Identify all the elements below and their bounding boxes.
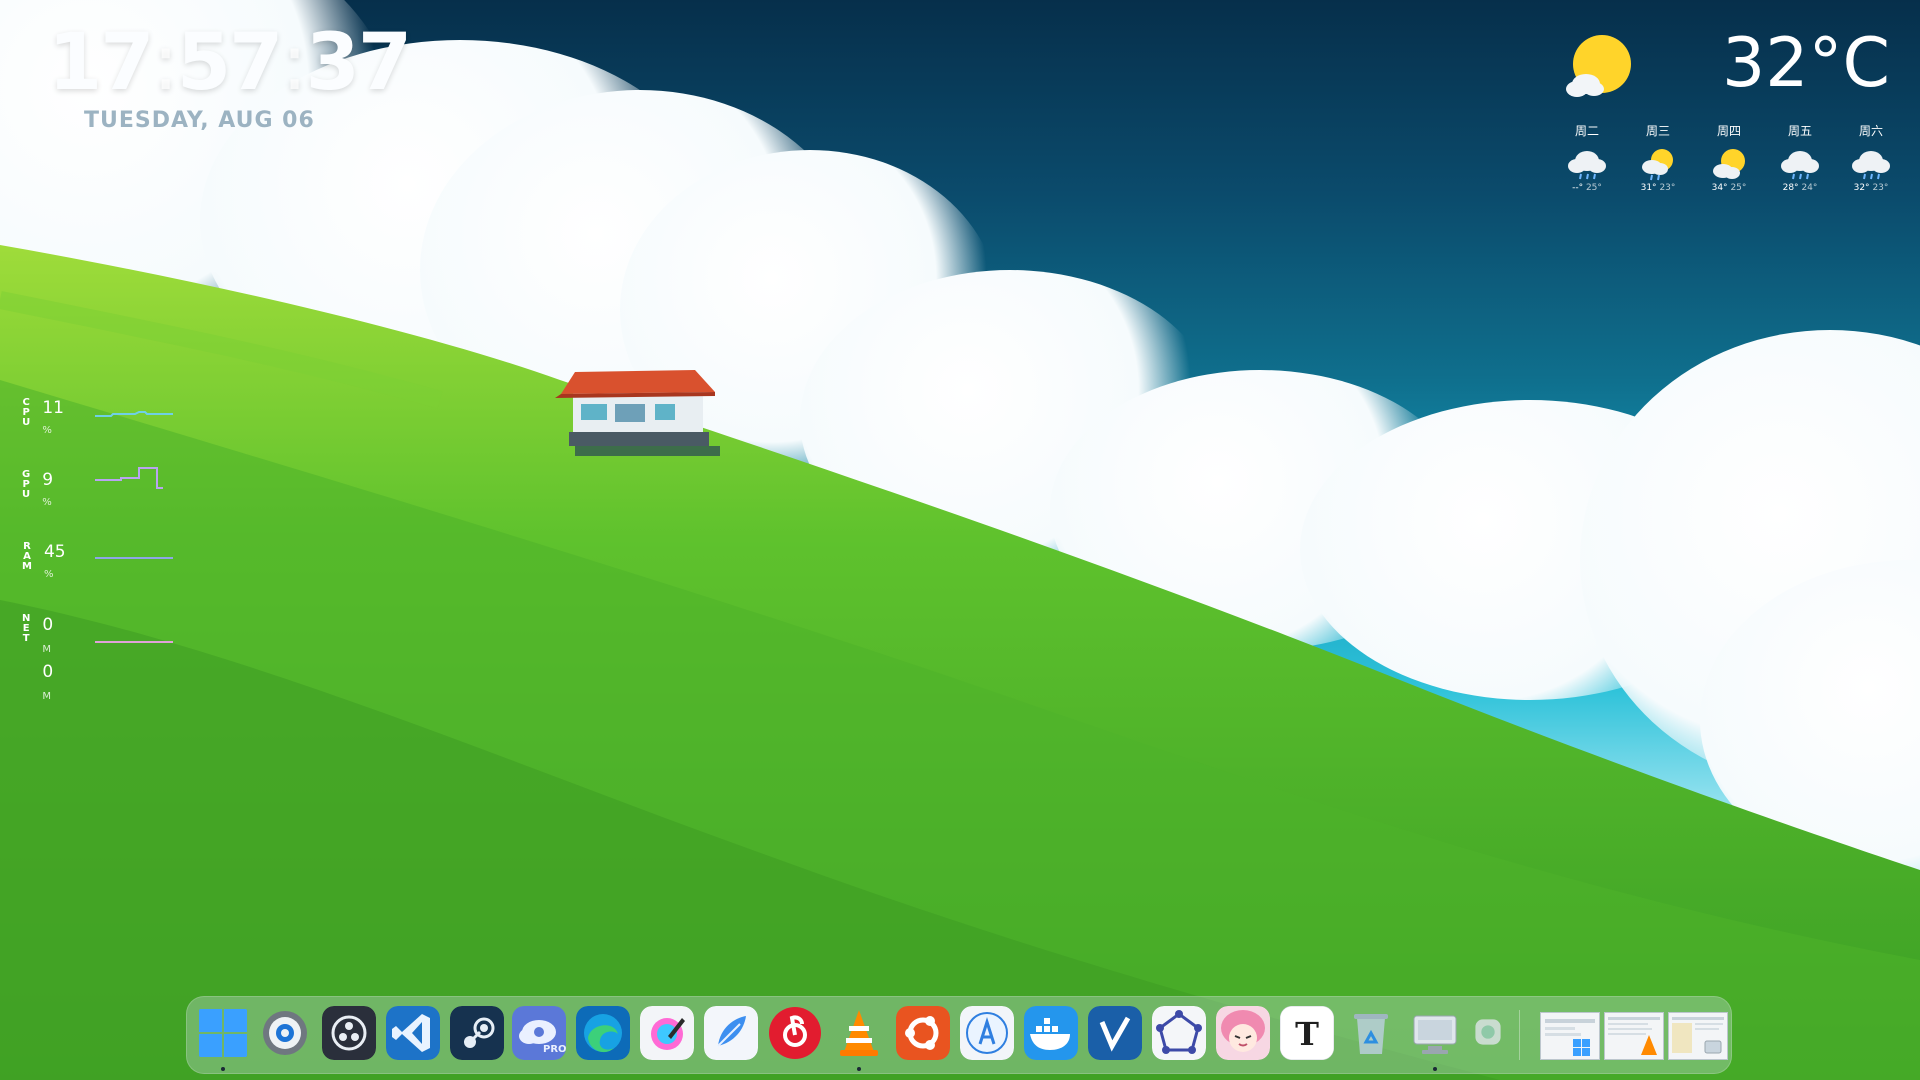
windows-logo-icon — [1545, 1019, 1595, 1056]
ram-monitor: RAM 45 % — [22, 541, 173, 582]
svg-text:T: T — [1295, 1015, 1319, 1053]
svg-text:PRO: PRO — [543, 1044, 566, 1055]
net-graph — [95, 641, 173, 643]
feather-icon[interactable] — [704, 1006, 758, 1060]
running-indicator — [1433, 1067, 1437, 1071]
obs-icon[interactable] — [322, 1006, 376, 1060]
forecast-temps: 34° 25° — [1711, 183, 1747, 193]
ram-label: RAM — [22, 541, 32, 572]
vscode-icon[interactable] — [386, 1006, 440, 1060]
current-temperature: 32°C — [1721, 24, 1890, 103]
cpu-graph — [95, 411, 173, 417]
dock: PRO T — [186, 996, 1732, 1074]
forecast-day-name: 周五 — [1787, 124, 1812, 138]
net-up-value: 0 M — [42, 615, 54, 655]
windows-start-icon[interactable] — [196, 1006, 250, 1060]
cpu-label: CPU — [22, 397, 31, 428]
cloud-pro-icon[interactable]: PRO — [512, 1006, 566, 1060]
net-values: 0 M 0 M — [42, 614, 56, 708]
clock-time: 17:57:37 — [48, 18, 412, 108]
cpu-monitor: CPU 11 % — [22, 397, 173, 438]
anime-avatar-icon[interactable] — [1216, 1006, 1270, 1060]
small-widget-icon[interactable] — [1468, 1012, 1508, 1052]
cloud-rain-icon — [1852, 151, 1890, 180]
computer-icon[interactable] — [1408, 1006, 1462, 1060]
weather-forecast: 周二 --° 25° 周三 31° 23° 周四 34° 25° 周五 28° … — [1560, 122, 1898, 193]
forecast-day-name: 周三 — [1645, 124, 1670, 138]
net-down-value: 0 M — [42, 662, 54, 702]
explorer-window-thumb[interactable] — [1540, 1012, 1600, 1060]
hillside-house — [555, 370, 720, 456]
docker-icon[interactable] — [1024, 1006, 1078, 1060]
netease-music-icon[interactable] — [768, 1006, 822, 1060]
vlc-icon[interactable] — [832, 1006, 886, 1060]
ubuntu-icon[interactable] — [896, 1006, 950, 1060]
edge-icon[interactable] — [576, 1006, 630, 1060]
cpu-value: 11 % — [42, 398, 64, 436]
file-window-thumb[interactable] — [1668, 1012, 1728, 1060]
forecast-day: 周三 31° 23° — [1631, 122, 1685, 193]
app-store-icon[interactable] — [960, 1006, 1014, 1060]
forecast-day: 周六 32° 23° — [1844, 122, 1898, 193]
forecast-temps: --° 25° — [1572, 183, 1602, 193]
forecast-temps: 32° 23° — [1853, 183, 1889, 193]
settings-icon[interactable] — [258, 1006, 312, 1060]
ram-graph — [95, 557, 173, 559]
forecast-day: 周五 28° 24° — [1773, 122, 1827, 193]
gpu-graph — [95, 467, 163, 489]
running-indicator — [857, 1067, 861, 1071]
dock-separator — [1519, 1010, 1520, 1060]
clock-widget: 17:57:37 TUESDAY, AUG 06 — [48, 18, 412, 133]
typora-icon[interactable]: T — [1280, 1006, 1334, 1060]
color-picker-icon[interactable] — [640, 1006, 694, 1060]
running-indicator — [221, 1067, 225, 1071]
sun-cloud-rain-icon — [1642, 149, 1673, 181]
vlc-icon — [1608, 1017, 1660, 1055]
cloud-rain-icon — [1568, 151, 1606, 180]
sun-cloud-icon — [1566, 35, 1631, 97]
net-monitor: NET 0 M 0 M — [22, 613, 173, 708]
forecast-temps: 31° 23° — [1640, 183, 1676, 193]
v-app-icon[interactable] — [1088, 1006, 1142, 1060]
clock-date: TUESDAY, AUG 06 — [84, 108, 315, 133]
vlc-window-thumb[interactable] — [1604, 1012, 1664, 1060]
cloud-rain-icon — [1781, 151, 1819, 180]
sun-cloud-icon — [1713, 149, 1745, 179]
recycle-bin-icon[interactable] — [1344, 1006, 1398, 1060]
gpu-value: 9 % — [42, 470, 54, 508]
gpu-monitor: GPU 9 % — [22, 467, 163, 510]
net-label: NET — [22, 613, 31, 644]
steam-icon[interactable] — [450, 1006, 504, 1060]
forecast-day-name: 周六 — [1858, 124, 1883, 138]
forecast-day-name: 周四 — [1716, 124, 1741, 138]
forecast-day: 周二 --° 25° — [1560, 122, 1614, 193]
polygon-app-icon[interactable] — [1152, 1006, 1206, 1060]
computer-icon — [1672, 1017, 1724, 1054]
gpu-label: GPU — [22, 469, 31, 500]
ram-value: 45 % — [43, 542, 66, 580]
forecast-day: 周四 34° 25° — [1702, 122, 1756, 193]
forecast-day-name: 周二 — [1574, 124, 1599, 138]
forecast-temps: 28° 24° — [1782, 183, 1818, 193]
